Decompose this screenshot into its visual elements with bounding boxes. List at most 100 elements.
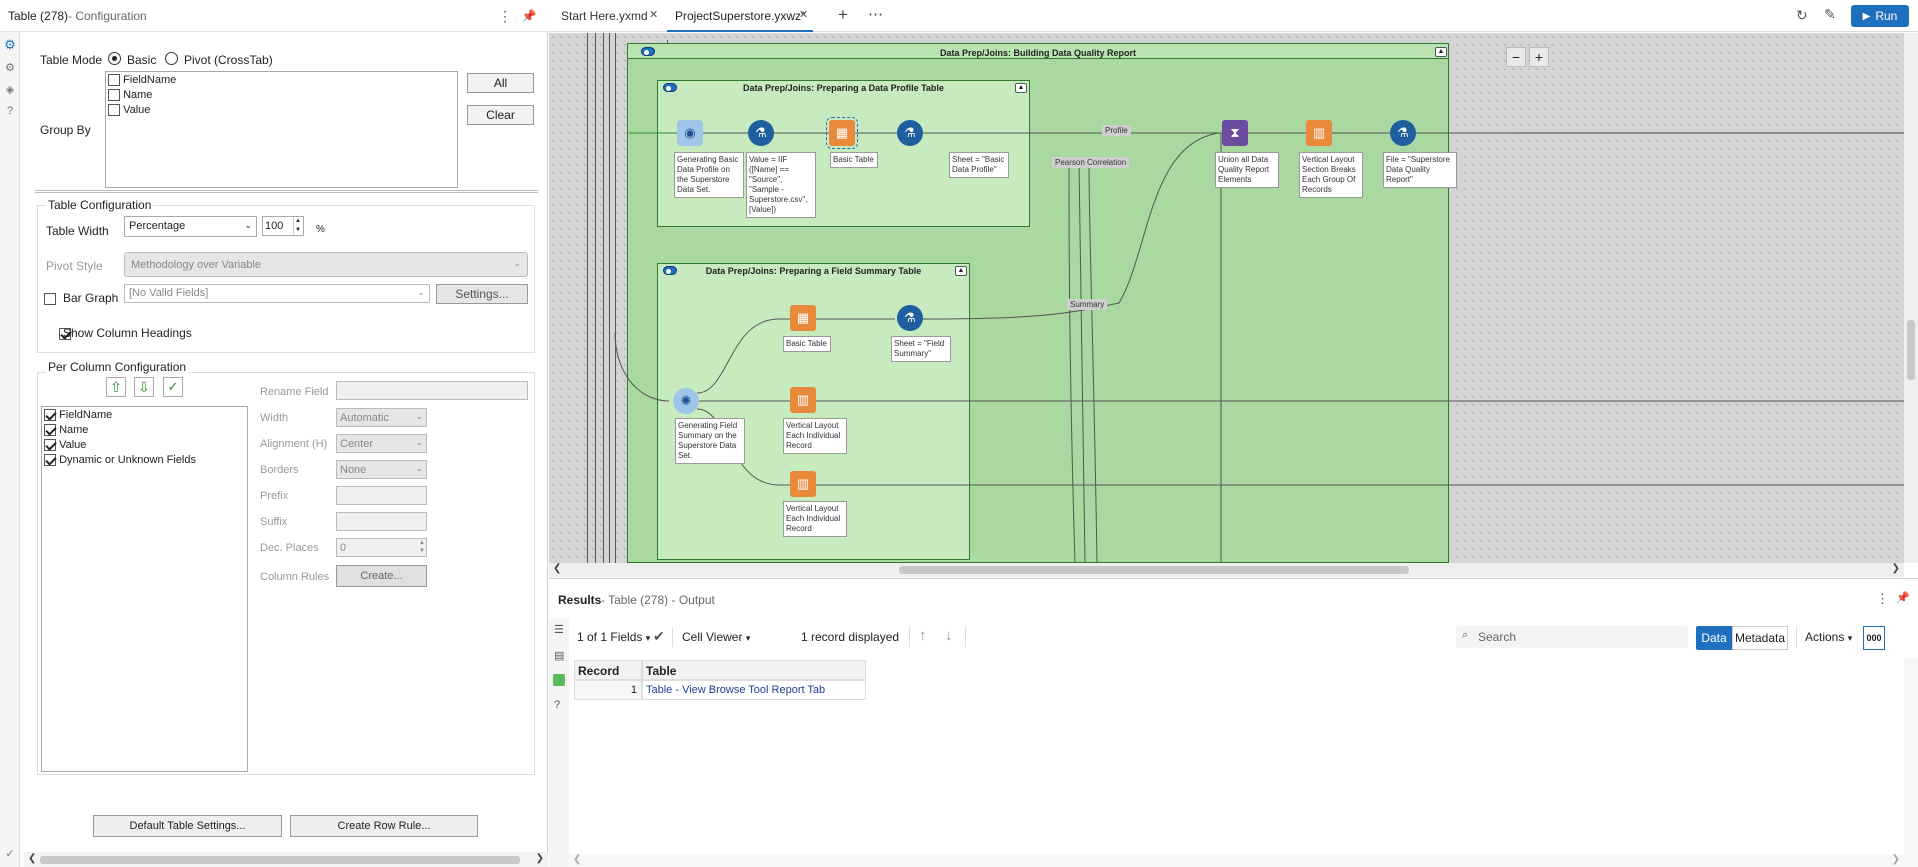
data-profile-tool-icon[interactable]: ◉ [677,120,703,146]
scroll-left-icon[interactable]: ❮ [28,853,36,864]
scroll-right-icon[interactable]: ❯ [1892,563,1900,574]
layout-tool-icon[interactable]: ▥ [790,387,816,413]
close-icon[interactable]: ✕ [799,8,808,21]
scroll-right-icon[interactable]: ❯ [1892,854,1900,865]
formula-tool-icon[interactable]: ⚗ [897,305,923,331]
column-checkbox[interactable] [44,439,56,452]
divider [35,190,538,193]
number-format-button[interactable]: 000 [1863,626,1885,650]
list-icon[interactable]: ☰ [554,623,564,636]
group-by-item[interactable]: Value [108,104,150,117]
zoom-in-icon[interactable]: + [1529,47,1549,67]
history-icon[interactable]: ↻ [1796,7,1808,24]
layout-tool-icon[interactable]: ▥ [790,471,816,497]
add-tab-icon[interactable]: + [838,5,848,25]
messages-icon[interactable]: ▤ [554,649,564,662]
arrow-up-icon[interactable]: ↑ [919,627,927,644]
clear-button[interactable]: Clear [467,105,534,125]
column-item[interactable]: Dynamic or Unknown Fields [44,454,196,467]
group-by-item[interactable]: FieldName [108,74,176,87]
column-item[interactable]: Name [44,424,88,437]
field-summary-tool-icon[interactable]: ✺ [673,388,699,414]
metadata-tab[interactable]: Metadata [1732,626,1788,650]
layout-tool-icon[interactable]: ▥ [1306,120,1332,146]
formula-tool-icon[interactable]: ⚗ [897,120,923,146]
union-tool-icon[interactable]: ⧗ [1222,120,1248,146]
default-settings-button[interactable]: Default Table Settings... [93,815,282,837]
scroll-left-icon[interactable]: ❮ [573,854,581,865]
pivot-style-label: Pivot Style [46,259,103,273]
run-button[interactable]: ▶ Run [1851,5,1909,27]
table-tool-icon[interactable]: ▦ [826,117,858,149]
connection-label: Profile [1102,125,1131,136]
tab-start-here[interactable]: Start Here.yxmd ✕ [553,0,663,32]
close-icon[interactable]: ✕ [649,8,658,21]
results-vscrollbar[interactable] [1904,659,1918,867]
all-button[interactable]: All [467,73,534,93]
scroll-thumb[interactable] [1907,320,1915,380]
pivot-style-select: Methodology over Variable ⌄ [124,252,528,277]
group-by-checkbox[interactable] [108,104,120,117]
table-width-select[interactable]: Percentage ⌄ [124,216,257,237]
scroll-left-icon[interactable]: ❮ [553,563,561,574]
actions-menu[interactable]: Actions ▾ [1805,630,1852,644]
move-down-icon[interactable]: ⇩ [134,377,154,397]
bar-graph-checkbox[interactable] [44,292,56,305]
help-icon[interactable]: ? [554,699,560,711]
workflow-canvas[interactable]: Data Prep/Joins: Building Data Quality R… [549,33,1918,563]
config-hscrollbar[interactable]: ❮ ❯ [24,852,548,867]
table-width-stepper[interactable]: 100 ▲ ▼ [262,216,304,236]
mode-basic-radio[interactable] [108,52,121,65]
per-column-label: Per Column Configuration [46,360,189,374]
results-hscrollbar[interactable]: ❮ ❯ [569,854,1904,867]
more-tabs-icon[interactable]: ⋯ [868,5,883,23]
search-input[interactable]: ⌕ Search [1456,626,1688,648]
column-item[interactable]: Value [44,439,86,452]
mode-pivot-radio[interactable] [165,52,178,65]
table-tool-icon[interactable]: ▦ [790,305,816,331]
results-title: Results [558,593,602,607]
table-row[interactable]: 1 Table - View Browse Tool Report Tab [574,680,866,700]
zoom-out-icon[interactable]: − [1506,47,1526,67]
scroll-right-icon[interactable]: ❯ [536,853,544,864]
tab-bar: Start Here.yxmd ✕ ProjectSuperstore.yxwz… [549,0,1918,32]
select-all-icon[interactable]: ✓ [163,377,183,397]
create-row-rule-button[interactable]: Create Row Rule... [290,815,478,837]
group-by-list[interactable]: FieldName Name Value [105,71,458,188]
records-displayed: 1 record displayed [801,630,900,644]
data-icon[interactable] [553,674,565,686]
tab-project-superstore[interactable]: ProjectSuperstore.yxwz* ✕ [667,0,813,32]
group-by-checkbox[interactable] [108,89,120,102]
column-header-table[interactable]: Table [642,660,866,680]
column-header-record[interactable]: Record [574,660,642,680]
stepper-arrows-icon[interactable]: ▲ ▼ [293,217,302,235]
cell-viewer-selector[interactable]: Cell Viewer ▾ [682,630,750,644]
column-checkbox[interactable] [44,409,56,422]
fields-selector[interactable]: 1 of 1 Fields ▾ [577,630,650,644]
table-cell-link[interactable]: Table - View Browse Tool Report Tab [642,680,866,700]
canvas-hscrollbar[interactable]: ❮ ❯ [549,563,1904,577]
canvas-vscrollbar[interactable] [1904,33,1918,563]
column-checkbox[interactable] [44,424,56,437]
more-options-icon[interactable]: ⋮ [1876,591,1889,607]
scroll-thumb[interactable] [899,566,1409,574]
check-icon[interactable]: ✔ [653,628,665,645]
group-by-item[interactable]: Name [108,89,152,102]
arrow-down-icon[interactable]: ↓ [945,627,953,644]
column-item[interactable]: FieldName [44,409,112,422]
group-by-checkbox[interactable] [108,74,120,87]
formula-tool-icon[interactable]: ⚗ [1390,120,1416,146]
pin-icon[interactable]: 📌 [522,8,537,24]
move-up-icon[interactable]: ⇧ [106,377,126,397]
scroll-thumb[interactable] [40,856,520,864]
column-list[interactable]: FieldName Name Value Dynamic or Unknown … [41,406,248,772]
column-checkbox[interactable] [44,454,56,467]
tool-label: Basic Table [830,152,878,168]
magic-wand-icon[interactable]: ✎ [1824,6,1836,23]
mode-basic-label: Basic [127,53,157,67]
chevron-down-icon: ⌄ [244,220,252,230]
formula-tool-icon[interactable]: ⚗ [748,120,774,146]
data-tab[interactable]: Data [1696,626,1732,650]
pin-icon[interactable]: 📌 [1896,591,1910,604]
more-options-icon[interactable]: ⋮ [498,8,512,24]
